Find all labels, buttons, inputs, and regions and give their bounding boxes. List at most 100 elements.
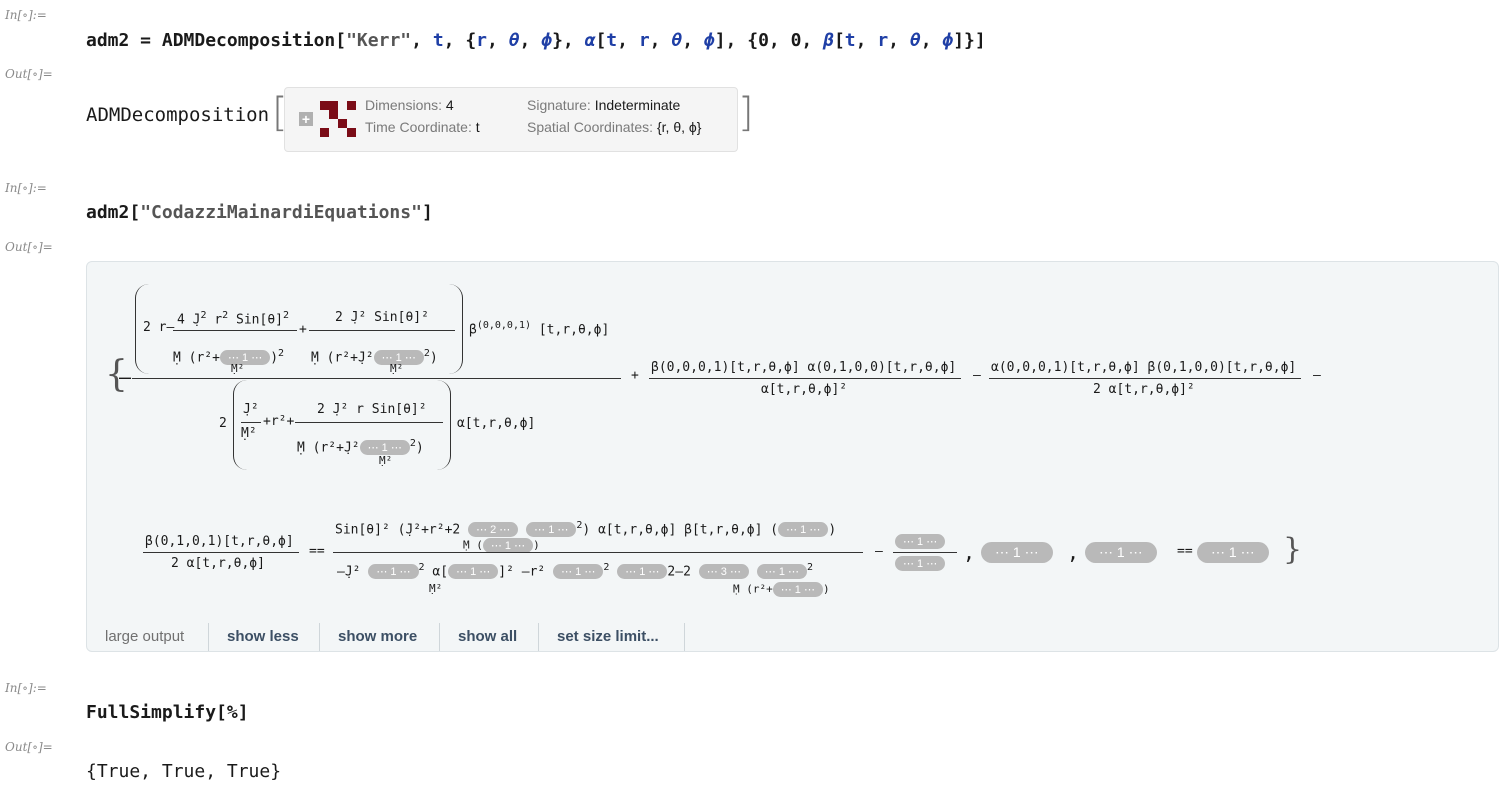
- m2-small: Ṃ²: [379, 454, 393, 467]
- collapsed-pill[interactable]: ⋯ 1 ⋯: [778, 522, 829, 538]
- code-text: ,: [519, 30, 542, 51]
- collapsed-pill[interactable]: ⋯ 1 ⋯: [772, 582, 823, 597]
- main-fraction-line: [132, 378, 621, 379]
- string-literal: "CodazziMainardiEquations": [140, 202, 422, 223]
- code-text: ,: [487, 30, 509, 51]
- plus-sign: +: [631, 368, 639, 383]
- den-2j2r: 2 J̣² r Sin[θ]²: [317, 402, 427, 417]
- large-output-bar: large output show less show more show al…: [87, 623, 1498, 651]
- input-label: In[∘]:=: [5, 181, 47, 195]
- variable: r: [638, 30, 650, 51]
- input-label: In[∘]:=: [5, 8, 47, 22]
- comma: ,: [1067, 540, 1080, 564]
- collapsed-pill[interactable]: ⋯ 1 ⋯: [448, 564, 499, 580]
- show-all-button[interactable]: show all: [458, 628, 517, 645]
- equals-sign: ==: [309, 544, 325, 559]
- collapsed-pill[interactable]: ⋯ 1 ⋯: [895, 556, 946, 571]
- m-paren: Ṃ (⋯ 1 ⋯): [463, 538, 540, 553]
- code-text: [: [833, 30, 845, 51]
- term3-numerator: α(0,0,0,1)[t,r,θ,ϕ] β(0,1,0,0)[t,r,θ,ϕ]: [991, 360, 1297, 375]
- m2-small: Ṃ²: [390, 362, 404, 375]
- m-paren: Ṃ (r²+ ⋯ 1 ⋯): [733, 582, 830, 597]
- pill-num: ⋯ 1 ⋯: [895, 534, 946, 549]
- code-text: ,: [920, 30, 943, 51]
- input-cell-fullsimplify[interactable]: FullSimplify[%]: [86, 702, 249, 723]
- string-literal: "Kerr": [346, 30, 412, 51]
- output-label: Out[∘]=: [5, 67, 53, 81]
- variable: t: [606, 30, 618, 51]
- input-cell-codazzi[interactable]: adm2["CodazziMainardiEquations"]: [86, 202, 433, 223]
- collapsed-pill[interactable]: ⋯ 1 ⋯: [368, 564, 419, 580]
- variable: t: [432, 30, 444, 51]
- collapsed-pill[interactable]: ⋯ 1 ⋯: [756, 564, 808, 580]
- collapsed-pill[interactable]: ⋯ 1 ⋯: [1197, 542, 1269, 563]
- variable: ϕ: [541, 30, 553, 51]
- output-label: Out[∘]=: [5, 740, 53, 754]
- input-label: In[∘]:=: [5, 681, 47, 695]
- variable: r: [476, 30, 488, 51]
- term2-numerator: β(0,0,0,1)[t,r,θ,ϕ] α(0,1,0,0)[t,r,θ,ϕ]: [651, 360, 957, 375]
- code-text: ,: [682, 30, 704, 51]
- term-4j2r2: 4 J̣2 r2 Sin[θ]2: [177, 310, 290, 328]
- pill-element-2: ⋯ 1 ⋯: [981, 542, 1053, 563]
- variable: θ: [909, 30, 921, 51]
- den-alpha: α[t,r,θ,ϕ]: [457, 416, 536, 431]
- den-j2: J̣²: [243, 402, 259, 417]
- code-text: ], {0, 0,: [714, 30, 824, 51]
- input-cell-admdecomposition[interactable]: adm2 = ADMDecomposition["Kerr", t, {r, θ…: [86, 30, 986, 51]
- minus-sign: –: [875, 544, 883, 559]
- time-coordinate-field: Time Coordinate: t: [365, 119, 480, 135]
- beta-0001: β(0,0,0,1) [t,r,θ,ϕ]: [469, 320, 610, 338]
- variable: ϕ: [942, 30, 954, 51]
- collapsed-pill[interactable]: ⋯ 1 ⋯: [1085, 542, 1157, 563]
- right-bracket: ]: [738, 90, 754, 136]
- collapsed-pill[interactable]: ⋯ 1 ⋯: [553, 564, 604, 580]
- expand-plus-icon[interactable]: +: [299, 112, 313, 126]
- show-more-button[interactable]: show more: [338, 628, 417, 645]
- den-r2: +r²+: [263, 414, 295, 429]
- term-2r: 2 r–: [143, 320, 175, 335]
- signature-field: Signature: Indeterminate: [527, 97, 681, 113]
- adm-summary-box[interactable]: + Dimensions: 4 Time Coordinate: t Signa…: [284, 87, 738, 152]
- term-2j2sin: 2 J̣² Sin[θ]²: [335, 310, 429, 325]
- variable: r: [877, 30, 889, 51]
- den-m2: Ṃ²: [241, 426, 257, 441]
- collapsed-pill[interactable]: ⋯ 1 ⋯: [219, 350, 271, 366]
- collapsed-pill[interactable]: ⋯ 1 ⋯: [617, 564, 668, 580]
- code-text: ,: [888, 30, 910, 51]
- code-text: ,: [617, 30, 639, 51]
- output-label: Out[∘]=: [5, 240, 53, 254]
- collapsed-pill[interactable]: ⋯ 1 ⋯: [526, 522, 577, 538]
- code-text: adm2[: [86, 202, 141, 223]
- code-text: ,: [411, 30, 433, 51]
- code-text: ]}]: [953, 30, 986, 51]
- set-size-limit-button[interactable]: set size limit...: [557, 628, 659, 645]
- collapsed-pill[interactable]: ⋯ 1 ⋯: [482, 538, 534, 553]
- collapsed-pill[interactable]: ⋯ 3 ⋯: [698, 564, 749, 580]
- variable: α: [584, 30, 596, 51]
- collapsed-pill[interactable]: ⋯ 1 ⋯: [895, 534, 946, 549]
- spatial-coordinates-field: Spatial Coordinates: {r, θ, ϕ}: [527, 119, 702, 135]
- pill-den: ⋯ 1 ⋯: [895, 556, 946, 571]
- collapsed-pill[interactable]: ⋯ 1 ⋯: [981, 542, 1053, 563]
- line2-rhs-numerator: Sin[θ]² (J̣²+r²+2 ⋯ 2 ⋯ ⋯ 1 ⋯ 2) α[t,r,θ,…: [335, 520, 837, 538]
- adm-head: ADMDecomposition: [86, 104, 270, 126]
- collapsed-pill[interactable]: ⋯ 2 ⋯: [468, 522, 519, 538]
- matrix-plot-icon: [320, 101, 358, 139]
- code-text: ,: [649, 30, 672, 51]
- code-text: [: [595, 30, 607, 51]
- m2-small: Ṃ²: [231, 362, 245, 375]
- code-text: , {: [443, 30, 477, 51]
- variable: ϕ: [703, 30, 715, 51]
- m2-small: Ṃ²: [429, 582, 443, 595]
- comma: ,: [963, 540, 976, 564]
- dimensions-field: Dimensions: 4: [365, 97, 454, 113]
- variable: β: [823, 30, 834, 51]
- plus-sign: +: [299, 322, 307, 337]
- close-brace: }: [1283, 532, 1303, 567]
- line2-rhs-denominator: –J̣² ⋯ 1 ⋯ 2 α[⋯ 1 ⋯]² –r² ⋯ 1 ⋯ 2 ⋯ 1 ⋯ 2–…: [337, 562, 814, 580]
- term2-denominator: α[t,r,θ,ϕ]²: [761, 382, 848, 397]
- den-2: 2: [219, 416, 227, 431]
- code-text: ,: [855, 30, 878, 51]
- show-less-button[interactable]: show less: [227, 628, 299, 645]
